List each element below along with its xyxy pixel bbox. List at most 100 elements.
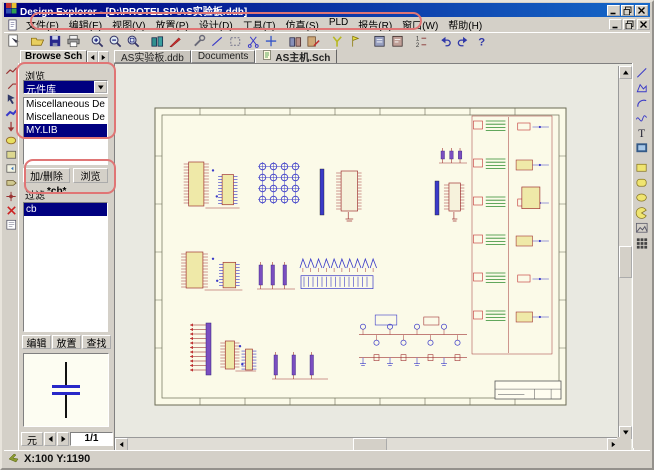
- prev-part-button[interactable]: [44, 432, 56, 446]
- ellipse-icon[interactable]: [634, 190, 650, 205]
- undo-icon[interactable]: [437, 34, 453, 49]
- draw-line-icon[interactable]: [209, 34, 225, 49]
- round-rect-icon[interactable]: [634, 175, 650, 190]
- net-label-icon[interactable]: [4, 91, 18, 105]
- no-erc-icon[interactable]: [4, 203, 18, 217]
- menu-item-0[interactable]: 文件(F): [21, 17, 64, 32]
- save-icon[interactable]: [47, 34, 63, 49]
- add-remove-button[interactable]: 加/删除: [23, 168, 70, 183]
- panel-scroll-right-button[interactable]: [98, 51, 109, 63]
- part-icon[interactable]: [4, 133, 18, 147]
- redo-icon[interactable]: [455, 34, 471, 49]
- menu-item-7[interactable]: PLD: [324, 17, 353, 32]
- doc-tab-1[interactable]: Documents: [191, 50, 256, 63]
- print-icon[interactable]: [65, 34, 81, 49]
- polygon-icon[interactable]: [634, 80, 650, 95]
- svg-text:2: 2: [415, 42, 419, 49]
- scrollbar-corner: [617, 437, 631, 450]
- menu-item-2[interactable]: 视图(V): [107, 17, 150, 32]
- schematic-canvas[interactable]: [115, 64, 633, 450]
- book-pencil-icon[interactable]: [305, 34, 321, 49]
- zoom-in-icon[interactable]: [89, 34, 105, 49]
- books-icon[interactable]: [287, 34, 303, 49]
- pie-icon[interactable]: [634, 205, 650, 220]
- child-window-restore-button[interactable]: [623, 19, 636, 30]
- wire-y-icon[interactable]: [329, 34, 345, 49]
- dashed-rect-icon[interactable]: [227, 34, 243, 49]
- doc-tab-label: AS主机.Sch: [275, 49, 330, 64]
- window-close-button[interactable]: [635, 5, 648, 16]
- child-window-close-button[interactable]: [637, 19, 650, 30]
- menu-item-5[interactable]: 工具(T): [238, 17, 281, 32]
- graphic-icon[interactable]: [634, 220, 650, 235]
- zoom-out-icon[interactable]: [107, 34, 123, 49]
- library-list-item[interactable]: Miscellaneous De: [24, 111, 107, 124]
- scroll-up-button[interactable]: [619, 66, 632, 79]
- power-port-icon[interactable]: [4, 119, 18, 133]
- vscroll-thumb[interactable]: [619, 246, 632, 278]
- annotate-icon[interactable]: 12: [413, 34, 429, 49]
- next-part-button[interactable]: [57, 432, 69, 446]
- probe-flag-icon[interactable]: [347, 34, 363, 49]
- tab-row: Browse Sch AS实验板.ddbDocuments AS主机.Sch: [4, 49, 650, 63]
- chevron-down-icon[interactable]: [94, 81, 107, 93]
- footer-button-0[interactable]: 编辑: [22, 335, 51, 349]
- text-icon[interactable]: T: [634, 125, 650, 140]
- lib-b-icon[interactable]: [389, 34, 405, 49]
- title-bar[interactable]: Design Explorer - [D:\PROTELSP\AS实验板.ddb…: [4, 3, 650, 17]
- horizontal-scrollbar[interactable]: [115, 437, 620, 450]
- zoom-area-icon[interactable]: [125, 34, 141, 49]
- menu-item-8[interactable]: 报告(R): [353, 17, 397, 32]
- browse-libs-icon[interactable]: [149, 34, 165, 49]
- tab-browse-sch[interactable]: Browse Sch: [20, 50, 87, 63]
- part-list-item[interactable]: cb: [24, 203, 107, 216]
- library-list[interactable]: Miscellaneous DeMiscellaneous DeMY.LIB: [23, 97, 108, 165]
- bezier-icon[interactable]: [634, 110, 650, 125]
- part-list[interactable]: cb: [23, 202, 108, 332]
- schematic-editor[interactable]: [114, 63, 634, 451]
- bus-entry-icon[interactable]: [4, 77, 18, 91]
- footer-button-2[interactable]: 查找: [82, 335, 111, 349]
- junction-icon[interactable]: [4, 189, 18, 203]
- sheet-entry-icon[interactable]: [4, 161, 18, 175]
- bus-icon[interactable]: [4, 105, 18, 119]
- lib-a-icon[interactable]: [371, 34, 387, 49]
- browse-button[interactable]: 浏览: [73, 168, 108, 183]
- arc-icon[interactable]: [634, 95, 650, 110]
- vertical-scrollbar[interactable]: [618, 66, 631, 439]
- footer-button-1[interactable]: 放置: [52, 335, 81, 349]
- library-list-item[interactable]: MY.LIB: [24, 124, 107, 137]
- open-icon[interactable]: [29, 34, 45, 49]
- menu-item-1[interactable]: 编辑(E): [64, 17, 107, 32]
- cut-icon[interactable]: [245, 34, 261, 49]
- image-frame-icon[interactable]: [634, 140, 650, 155]
- doc-tab-2[interactable]: AS主机.Sch: [255, 49, 337, 63]
- filter-input[interactable]: *cb*: [45, 186, 108, 199]
- red-pencil-icon[interactable]: [167, 34, 183, 49]
- move-plus-icon[interactable]: [263, 34, 279, 49]
- library-list-item[interactable]: Miscellaneous De: [24, 98, 107, 111]
- filter-label: 过滤: [25, 187, 45, 202]
- wrench-icon[interactable]: [191, 34, 207, 49]
- array-icon[interactable]: [634, 235, 650, 250]
- unit-button[interactable]: 元: [21, 432, 43, 446]
- help-icon[interactable]: ?: [473, 34, 489, 49]
- select-sheet-icon[interactable]: [5, 34, 21, 49]
- wire-icon[interactable]: [4, 63, 18, 77]
- line-icon[interactable]: [634, 65, 650, 80]
- menu-item-6[interactable]: 仿真(S): [280, 17, 323, 32]
- text-frame-icon[interactable]: [4, 217, 18, 231]
- window-restore-button[interactable]: [621, 5, 634, 16]
- rect-icon[interactable]: [634, 160, 650, 175]
- library-type-combobox[interactable]: 元件库: [23, 80, 108, 94]
- window-minimize-button[interactable]: [607, 5, 620, 16]
- port-icon[interactable]: [4, 175, 18, 189]
- menu-item-4[interactable]: 设计(D): [194, 17, 238, 32]
- child-window-minimize-button[interactable]: [609, 19, 622, 30]
- menu-item-9[interactable]: 窗口(W): [397, 17, 443, 32]
- doc-tab-0[interactable]: AS实验板.ddb: [114, 50, 191, 63]
- sheet-symbol-icon[interactable]: [4, 147, 18, 161]
- menu-item-3[interactable]: 放置(P): [150, 17, 193, 32]
- panel-scroll-left-button[interactable]: [87, 51, 98, 63]
- menu-item-10[interactable]: 帮助(H): [443, 17, 487, 32]
